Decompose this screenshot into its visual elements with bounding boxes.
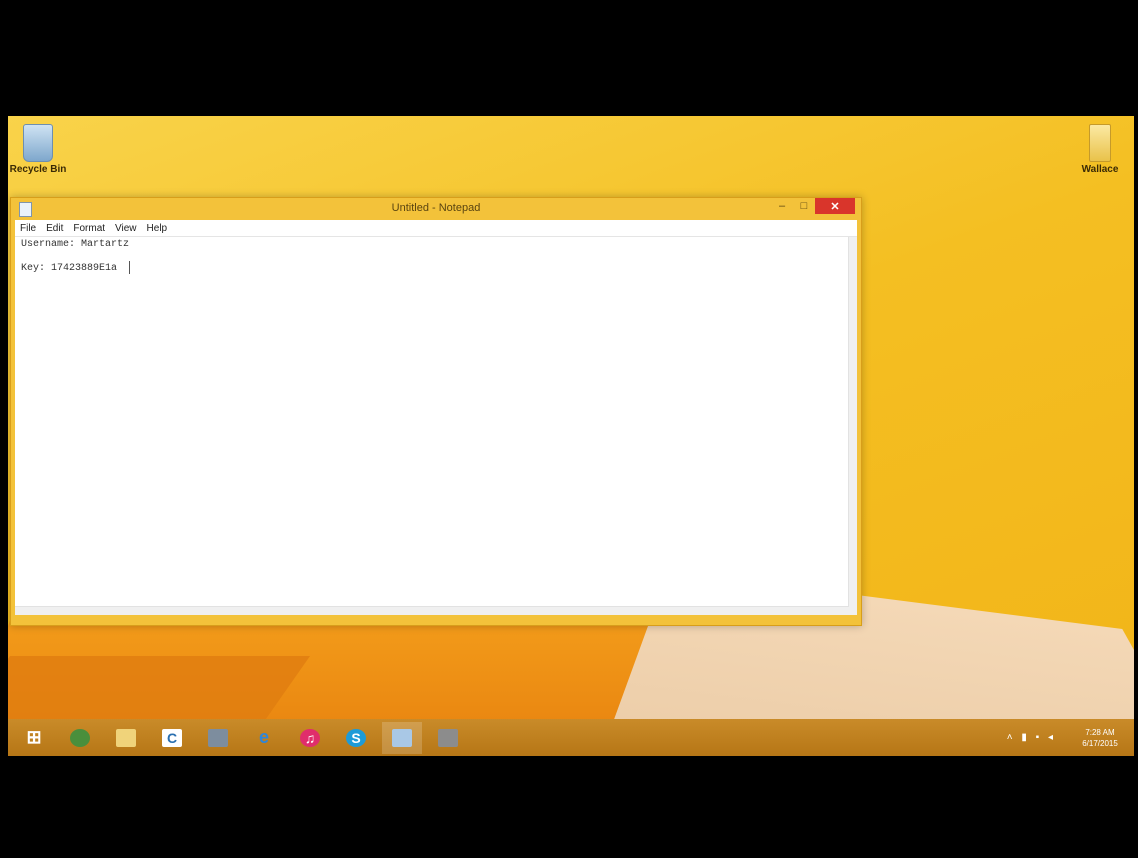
recycle-bin-icon xyxy=(23,124,53,162)
text-editor[interactable]: Username: Martartz Key: 17423889E1a xyxy=(15,237,857,615)
taskbar-ccleaner[interactable]: C xyxy=(152,722,192,754)
tray-clock[interactable]: 7:28 AM 6/17/2015 xyxy=(1072,727,1128,749)
letterbox-bottom xyxy=(0,756,1138,858)
menu-bar: File Edit Format View Help xyxy=(15,220,857,237)
menu-edit[interactable]: Edit xyxy=(41,223,68,234)
taskbar-notepad[interactable] xyxy=(382,721,422,754)
taskbar-file-explorer[interactable] xyxy=(106,722,146,754)
folder-icon xyxy=(1089,124,1111,162)
start-windows-icon: ⊞ xyxy=(26,727,42,747)
text-line xyxy=(15,251,857,261)
menu-view[interactable]: View xyxy=(110,223,142,234)
taskbar-computer[interactable] xyxy=(198,722,238,754)
minimize-button[interactable]: – xyxy=(771,198,793,214)
notepad-icon xyxy=(392,728,412,747)
internet-explorer-icon: e xyxy=(258,727,269,747)
taskbar-recorder[interactable] xyxy=(428,722,468,754)
menu-help[interactable]: Help xyxy=(142,223,173,234)
file-explorer-icon xyxy=(116,728,136,747)
letterbox-top xyxy=(0,0,1138,116)
tray-icons: ˄ ▮ ▪ ◂ xyxy=(1007,732,1056,743)
taskbar-start-button[interactable]: ⊞ xyxy=(14,722,54,754)
text-line-key: Key: 17423889E1a xyxy=(15,261,857,275)
itunes-icon: ♫ xyxy=(300,728,320,747)
title-bar[interactable]: Untitled - Notepad – □ ✕ xyxy=(11,198,861,220)
vertical-scrollbar[interactable] xyxy=(848,237,857,615)
close-button[interactable]: ✕ xyxy=(815,198,855,214)
text-line: Username: Martartz xyxy=(21,239,130,250)
taskbar-internet-explorer[interactable]: e xyxy=(244,722,284,754)
ccleaner-icon: C xyxy=(162,728,182,747)
menu-format[interactable]: Format xyxy=(68,223,110,234)
taskbar-itunes[interactable]: ♫ xyxy=(290,722,330,754)
menu-file[interactable]: File xyxy=(15,223,41,234)
flag-icon[interactable]: ▮ xyxy=(1021,732,1030,743)
text-line: Key: 17423889E1a xyxy=(21,263,118,275)
network-icon[interactable]: ▪ xyxy=(1036,732,1043,743)
maximize-button[interactable]: □ xyxy=(793,198,815,214)
computer-icon xyxy=(208,728,228,747)
desktop-icon-folder[interactable]: Wallace xyxy=(1070,124,1130,175)
desktop-icon-label: Recycle Bin xyxy=(9,164,67,175)
volume-icon[interactable]: ◂ xyxy=(1048,732,1056,743)
chevron-up-icon[interactable]: ˄ xyxy=(1007,732,1016,743)
notepad-window[interactable]: Untitled - Notepad – □ ✕ File Edit Forma… xyxy=(10,197,862,626)
clock-date: 6/17/2015 xyxy=(1082,738,1118,748)
desktop-icon-label: Wallace xyxy=(1081,164,1119,175)
taskbar: ⊞ C e ♫ S ˄ ▮ ▪ ◂ 7:28 AM 6/17/2015 xyxy=(8,719,1134,756)
horizontal-scrollbar[interactable] xyxy=(15,606,849,615)
text-cursor xyxy=(129,261,131,274)
window-title: Untitled - Notepad xyxy=(391,202,481,214)
clock-time: 7:28 AM xyxy=(1085,727,1115,737)
recorder-icon xyxy=(438,728,458,747)
chrome-icon xyxy=(70,728,90,747)
window-controls: – □ ✕ xyxy=(771,198,855,214)
desktop-icon-recycle-bin[interactable]: Recycle Bin xyxy=(8,124,68,175)
skype-icon: S xyxy=(346,728,366,747)
taskbar-skype[interactable]: S xyxy=(336,722,376,754)
taskbar-chrome[interactable] xyxy=(60,722,100,754)
system-tray: ˄ ▮ ▪ ◂ 7:28 AM 6/17/2015 xyxy=(1007,719,1128,756)
